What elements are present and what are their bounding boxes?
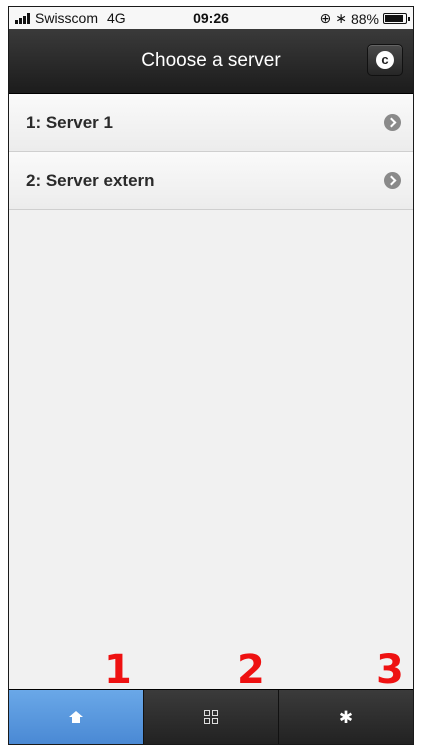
annotation-1: 1 [104, 647, 132, 693]
alarm-icon: ⊕ [319, 10, 332, 26]
tab-bar: ✱ [9, 689, 413, 744]
server-label: 2: Server extern [26, 171, 155, 190]
list-item-server-1[interactable]: 1: Server 1 [9, 94, 413, 152]
tab-qr-scan[interactable] [143, 690, 278, 744]
bluetooth-icon: ∗ [335, 10, 347, 26]
annotation-2: 2 [237, 647, 265, 693]
status-right: ⊕ ∗ 88% [319, 10, 410, 27]
chevron-right-icon [384, 172, 401, 189]
header-bar: Choose a server c [9, 29, 413, 94]
annotation-3: 3 [376, 647, 404, 693]
tab-home[interactable] [9, 690, 143, 744]
server-list: 1: Server 1 2: Server extern [9, 94, 413, 210]
qr-code-icon [204, 710, 218, 724]
list-item-server-extern[interactable]: 2: Server extern [9, 152, 413, 210]
battery-icon [383, 13, 410, 24]
server-label: 1: Server 1 [26, 113, 113, 132]
chevron-right-icon [384, 114, 401, 131]
phone-screen: Swisscom 4G 09:26 ⊕ ∗ 88% Choose a serve… [8, 6, 414, 745]
refresh-button[interactable]: c [367, 44, 403, 76]
tab-settings[interactable]: ✱ [278, 690, 413, 744]
status-bar: Swisscom 4G 09:26 ⊕ ∗ 88% [9, 7, 413, 30]
refresh-icon: c [376, 51, 394, 69]
home-icon [69, 710, 83, 724]
page-title: Choose a server [141, 50, 281, 71]
battery-percent: 88% [350, 10, 379, 27]
gear-icon: ✱ [338, 707, 354, 727]
